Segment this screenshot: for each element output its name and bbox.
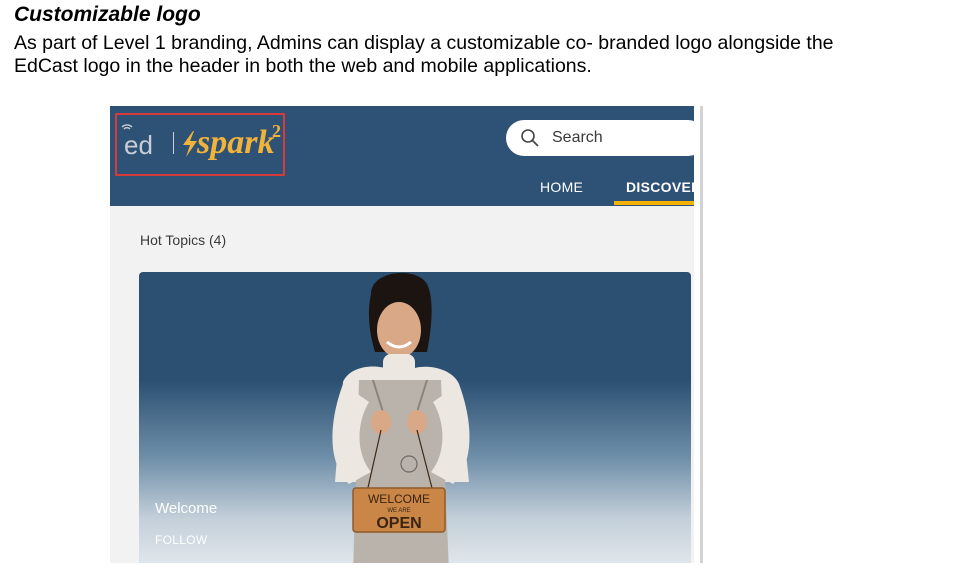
sign-line-open: OPEN xyxy=(376,515,421,532)
hot-topics-heading: Hot Topics (4) xyxy=(140,232,227,248)
follow-button[interactable]: FOLLOW xyxy=(155,533,207,547)
logo-divider xyxy=(173,132,174,154)
nav-tab-discover[interactable]: DISCOVER xyxy=(626,179,702,195)
scrollbar-track[interactable] xyxy=(700,106,703,563)
section-paragraph: As part of Level 1 branding, Admins can … xyxy=(14,32,949,78)
sign-line-welcome: WELCOME xyxy=(368,492,430,506)
paragraph-line: As part of Level 1 branding, Admins can … xyxy=(14,32,834,54)
app-header: ed spark 2 Search HOME DISCOVER xyxy=(110,106,704,206)
card-title: Welcome xyxy=(155,500,218,517)
active-tab-indicator xyxy=(614,201,694,205)
document-page: Customizable logo As part of Level 1 bra… xyxy=(0,0,960,569)
section-heading: Customizable logo xyxy=(14,3,201,26)
search-placeholder: Search xyxy=(552,129,603,146)
co-branded-logo-highlight[interactable]: ed spark 2 xyxy=(115,113,285,176)
woman-holding-open-sign-photo: WELCOME WE ARE OPEN xyxy=(332,272,470,563)
sign-line-we-are: WE ARE xyxy=(387,508,410,514)
embedded-app-screenshot: ed spark 2 Search HOME DISCOVER Hot Topi… xyxy=(110,106,704,563)
paragraph-line: EdCast logo in the header in both the we… xyxy=(14,55,592,77)
spark-brand-logo-text: spark xyxy=(197,124,275,161)
edcast-logo-text: ed xyxy=(124,130,153,160)
search-box[interactable]: Search xyxy=(506,120,704,156)
search-icon xyxy=(521,129,539,147)
channel-card-welcome[interactable]: WELCOME WE ARE OPEN Welcome FOLLOW xyxy=(139,272,691,563)
spark-brand-superscript: 2 xyxy=(272,121,281,141)
nav-tab-home[interactable]: HOME xyxy=(540,179,583,195)
